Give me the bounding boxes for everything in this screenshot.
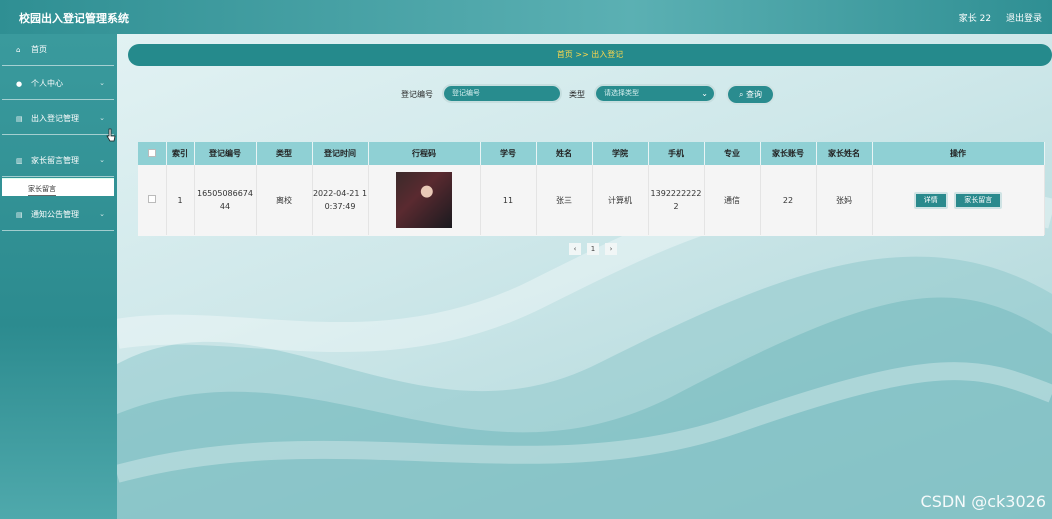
cell-reg-no: 1650508667444 <box>194 165 257 235</box>
sidebar-item-label: 家长留言管理 <box>31 156 79 165</box>
query-button-label: 查询 <box>746 90 763 99</box>
column-header: 登记时间 <box>312 142 369 165</box>
top-bar: 校园出入登记管理系统 家长 22 退出登录 <box>0 0 1052 34</box>
header-actions: 家长 22 退出登录 <box>947 11 1042 24</box>
chevron-down-icon: ⌄ <box>99 210 105 218</box>
logout-link[interactable]: 退出登录 <box>1006 14 1042 24</box>
prev-page-button[interactable]: ‹ <box>569 243 581 255</box>
reg-no-placeholder: 登记编号 <box>452 89 480 97</box>
cell-parent-account: 22 <box>760 165 817 235</box>
pagination: ‹ 1 › <box>569 243 617 255</box>
reg-no-label: 登记编号 <box>401 90 433 99</box>
sidebar-item-entry-exit[interactable]: ▤ 出入登记管理 ⌄ <box>2 103 114 135</box>
table-header-row: 索引 登记编号 类型 登记时间 行程码 学号 姓名 学院 手机 专业 家长账号 … <box>138 142 1045 165</box>
chevron-down-icon: ⌄ <box>701 89 708 98</box>
column-header: 学院 <box>592 142 649 165</box>
cell-student-no: 11 <box>480 165 537 235</box>
clipboard-icon: ▤ <box>16 114 23 123</box>
cell-trip-code <box>368 165 481 235</box>
cell-index: 1 <box>166 165 195 235</box>
sidebar-item-label: 出入登记管理 <box>31 114 79 123</box>
sidebar-item-parent-messages[interactable]: ▥ 家长留言管理 ⌄ <box>2 145 114 177</box>
cell-name: 张三 <box>536 165 593 235</box>
search-icon: ⌕ <box>738 90 744 99</box>
cell-college: 计算机 <box>592 165 649 235</box>
watermark: CSDN @ck3026 <box>920 492 1046 511</box>
row-checkbox[interactable] <box>138 165 167 235</box>
breadcrumb-current: 出入登记 <box>591 50 624 59</box>
type-select[interactable]: 请选择类型 ⌄ <box>594 84 716 103</box>
detail-button[interactable]: 详情 <box>913 191 948 209</box>
background-wave-image <box>117 174 1052 519</box>
chevron-down-icon: ⌄ <box>99 156 105 164</box>
trip-code-image[interactable] <box>396 172 452 228</box>
table-row: 1 1650508667444 离校 2022-04-21 10:37:49 1… <box>138 165 1045 235</box>
column-header: 姓名 <box>536 142 593 165</box>
home-icon: ⌂ <box>16 45 21 54</box>
column-header: 家长姓名 <box>816 142 873 165</box>
sidebar: ⌂ 首页 ● 个人中心 ⌄ ▤ 出入登记管理 ⌄ ▥ 家长留言管理 ⌄ 家长留言… <box>0 34 117 519</box>
sidebar-item-label: 通知公告管理 <box>31 210 79 219</box>
search-form: 登记编号 登记编号 类型 请选择类型 ⌄ ⌕ 查询 <box>0 84 1052 105</box>
column-header: 行程码 <box>368 142 481 165</box>
breadcrumb-home[interactable]: 首页 <box>557 50 573 59</box>
chevron-down-icon: ⌄ <box>99 114 105 122</box>
column-header: 专业 <box>704 142 761 165</box>
submenu-item-parent-message[interactable]: 家长留言 <box>28 184 56 196</box>
breadcrumb-separator: >> <box>575 50 589 59</box>
cell-parent-name: 张妈 <box>816 165 873 235</box>
column-header: 类型 <box>256 142 313 165</box>
bar-chart-icon: ▥ <box>16 156 23 165</box>
sidebar-item-notices[interactable]: ▤ 通知公告管理 ⌄ <box>2 199 114 231</box>
cell-type: 离校 <box>256 165 313 235</box>
cell-actions: 详情 家长留言 <box>872 165 1045 235</box>
page-number[interactable]: 1 <box>587 243 599 255</box>
user-label[interactable]: 家长 22 <box>959 14 991 24</box>
column-header: 索引 <box>166 142 195 165</box>
cell-major: 通信 <box>704 165 761 235</box>
query-button[interactable]: ⌕ 查询 <box>726 84 775 105</box>
clipboard-icon: ▤ <box>16 210 23 219</box>
cell-time: 2022-04-21 10:37:49 <box>312 165 369 235</box>
sidebar-item-label: 首页 <box>31 45 47 54</box>
type-label: 类型 <box>569 90 585 99</box>
column-header: 登记编号 <box>194 142 257 165</box>
select-all-checkbox[interactable] <box>138 142 167 165</box>
submenu: 家长留言 <box>2 178 114 196</box>
column-header: 操作 <box>872 142 1045 165</box>
sidebar-item-home[interactable]: ⌂ 首页 <box>2 34 114 66</box>
app-title: 校园出入登记管理系统 <box>19 12 129 25</box>
next-page-button[interactable]: › <box>605 243 617 255</box>
mouse-cursor-icon <box>106 128 116 142</box>
data-table: 索引 登记编号 类型 登记时间 行程码 学号 姓名 学院 手机 专业 家长账号 … <box>138 142 1045 236</box>
reg-no-input[interactable]: 登记编号 <box>442 84 562 103</box>
column-header: 学号 <box>480 142 537 165</box>
parent-message-button[interactable]: 家长留言 <box>954 191 1003 209</box>
column-header: 家长账号 <box>760 142 817 165</box>
type-placeholder: 请选择类型 <box>604 89 639 97</box>
breadcrumb: 首页 >> 出入登记 <box>128 44 1052 66</box>
column-header: 手机 <box>648 142 705 165</box>
cell-phone: 13922222222 <box>648 165 705 235</box>
